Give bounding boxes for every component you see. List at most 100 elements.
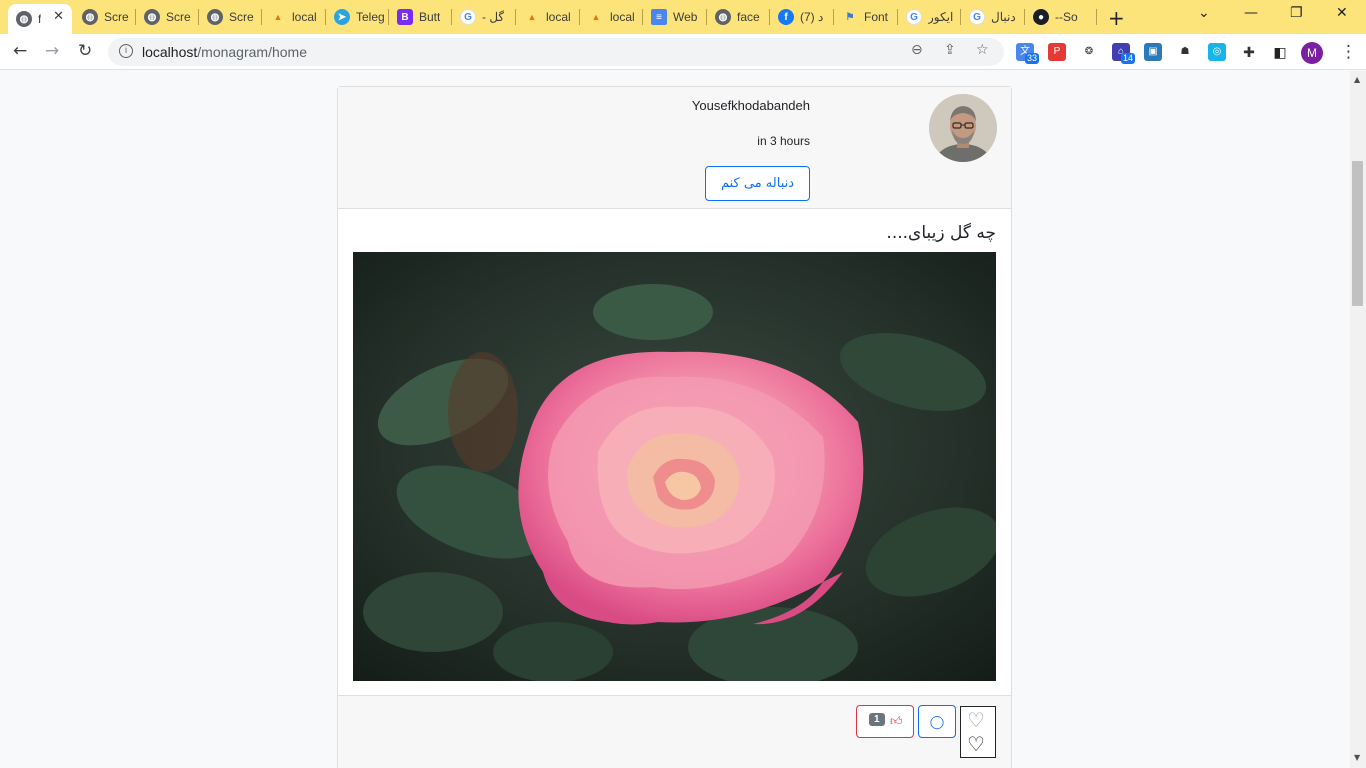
browser-tab[interactable]: ▲ local	[580, 5, 643, 29]
browser-tab[interactable]: ▲ local	[262, 5, 326, 29]
tab-title: local	[610, 10, 635, 24]
post-caption: چه گل زیبای....	[886, 223, 996, 243]
post-header: Yousefkhodabandeh in 3 hours دنباله می ک…	[338, 87, 1011, 209]
page-viewport: Yousefkhodabandeh in 3 hours دنباله می ک…	[0, 71, 1350, 768]
tab-title: local	[292, 10, 317, 24]
close-tab-icon[interactable]: ✕	[53, 9, 64, 24]
tab-title: --So	[1055, 10, 1078, 24]
docs-icon: ≡	[651, 9, 667, 25]
translate-extension-icon[interactable]: 文 33	[1016, 43, 1040, 64]
bootstrap-icon: B	[397, 9, 413, 25]
site-info-icon[interactable]: i	[119, 44, 133, 58]
post-time: in 3 hours	[757, 134, 810, 148]
browser-tab[interactable]: ◍ face	[707, 5, 770, 29]
tab-title: گل -	[482, 10, 505, 24]
extension-badge: 33	[1025, 53, 1040, 64]
favorite-toggle[interactable]: ♡ ♡	[960, 706, 996, 758]
browser-tab[interactable]: ▲ local	[516, 5, 580, 29]
puzzle-icon[interactable]: ✚	[1240, 43, 1258, 61]
profile-avatar[interactable]: M	[1301, 42, 1323, 64]
tab-title: Scre	[166, 10, 191, 24]
extension-icon[interactable]: ◎	[1208, 43, 1226, 61]
url-path: /monagram/home	[197, 44, 307, 60]
heart-outline-icon[interactable]: ♡	[967, 710, 985, 730]
restore-button[interactable]: ❐	[1290, 5, 1303, 21]
rose-photo	[353, 252, 996, 681]
browser-tab[interactable]: G گل -	[452, 5, 516, 29]
screenshot-extension-icon[interactable]: ▣	[1144, 43, 1162, 61]
browser-tab[interactable]: ➤ Teleg	[326, 5, 389, 29]
facebook-icon: f	[778, 9, 794, 25]
follow-button[interactable]: دنباله می کنم	[705, 166, 810, 201]
thumbs-up-icon: 👍︎	[890, 714, 903, 728]
tab-title: Butt	[419, 10, 441, 24]
tab-title: Teleg	[356, 10, 385, 24]
browser-tab[interactable]: ◍ Scre	[136, 5, 199, 29]
telegram-icon: ➤	[334, 9, 350, 25]
phpmyadmin-icon: ▲	[273, 12, 283, 22]
share-icon[interactable]: ⇪	[944, 42, 956, 58]
browser-tab[interactable]: f (7) د	[770, 5, 834, 29]
tab-title: ایکور	[928, 10, 954, 24]
side-panel-icon[interactable]: ◧	[1271, 43, 1289, 61]
user-avatar[interactable]	[929, 94, 997, 162]
browser-tab[interactable]: ● --So	[1025, 5, 1097, 29]
globe-icon: ◍	[144, 9, 160, 25]
browser-tab[interactable]: ≡ Web	[643, 5, 707, 29]
url-host: localhost	[142, 44, 198, 60]
forward-button[interactable]: →	[45, 41, 59, 61]
browser-tab[interactable]: G دنبال	[961, 5, 1025, 29]
menu-icon[interactable]: ⋮	[1340, 42, 1357, 62]
minimize-button[interactable]: —	[1244, 5, 1258, 21]
globe-icon: ◍	[16, 11, 32, 27]
post-card: Yousefkhodabandeh in 3 hours دنباله می ک…	[337, 86, 1012, 768]
browser-tab[interactable]: G ایکور	[898, 5, 961, 29]
globe-icon: ◍	[715, 9, 731, 25]
google-icon: G	[460, 9, 476, 25]
extension-icon[interactable]: ⌂ 14	[1112, 43, 1136, 64]
google-icon: G	[969, 9, 985, 25]
tab-title: Web	[673, 10, 698, 24]
scroll-thumb[interactable]	[1352, 161, 1363, 306]
heart-icon[interactable]: ♡	[967, 734, 985, 754]
tab-title: Scre	[104, 10, 129, 24]
extension-icon[interactable]: ☗	[1176, 43, 1194, 61]
back-button[interactable]: ←	[13, 41, 27, 61]
new-tab-button[interactable]: +	[1108, 6, 1125, 30]
tab-title: f	[38, 12, 42, 26]
browser-tab[interactable]: ◍ Scre	[74, 5, 136, 29]
bookmark-star-icon[interactable]: ☆	[976, 42, 989, 58]
address-bar[interactable]: i localhost/monagram/home ⊖ ⇪ ☆	[108, 38, 1004, 66]
browser-tab[interactable]: ⚑ Font	[834, 5, 898, 29]
browser-tab[interactable]: ◍ Scre	[199, 5, 262, 29]
post-footer: 1 👍︎ ◯ ♡ ♡	[338, 695, 1011, 768]
extension-badge: 14	[1121, 53, 1136, 64]
tab-title: face	[737, 10, 760, 24]
globe-icon: ◍	[207, 9, 223, 25]
browser-tab[interactable]: B Butt	[389, 5, 452, 29]
post-username[interactable]: Yousefkhodabandeh	[692, 98, 810, 113]
browser-tab[interactable]: ◍ f ✕	[8, 4, 72, 34]
chat-bubble-icon: ◯	[929, 713, 945, 729]
close-window-button[interactable]: ✕	[1336, 5, 1348, 21]
scroll-down-arrow-icon[interactable]: ▼	[1354, 753, 1360, 762]
tab-title: دنبال	[991, 10, 1016, 24]
comment-button[interactable]: ◯	[918, 705, 956, 738]
browser-toolbar: ← → ↻ i localhost/monagram/home ⊖ ⇪ ☆ 文3…	[0, 34, 1366, 70]
globe-icon: ◍	[82, 9, 98, 25]
url-text[interactable]: localhost/monagram/home	[142, 44, 307, 60]
phpmyadmin-icon: ▲	[591, 12, 601, 22]
extension-icon[interactable]: ❂	[1080, 43, 1098, 61]
reload-button[interactable]: ↻	[78, 41, 92, 61]
post-image	[353, 252, 996, 681]
tab-title: (7) د	[800, 10, 824, 24]
page-scrollbar[interactable]: ▲ ▼	[1350, 71, 1366, 768]
like-count-badge: 1	[869, 713, 885, 726]
pinterest-extension-icon[interactable]: P	[1048, 43, 1066, 61]
tab-search-icon[interactable]: ⌄	[1198, 5, 1210, 21]
zoom-icon[interactable]: ⊖	[911, 42, 923, 58]
google-icon: G	[906, 9, 922, 25]
scroll-up-arrow-icon[interactable]: ▲	[1354, 75, 1360, 84]
tab-title: Font	[864, 10, 889, 24]
like-button[interactable]: 1 👍︎	[856, 705, 914, 738]
